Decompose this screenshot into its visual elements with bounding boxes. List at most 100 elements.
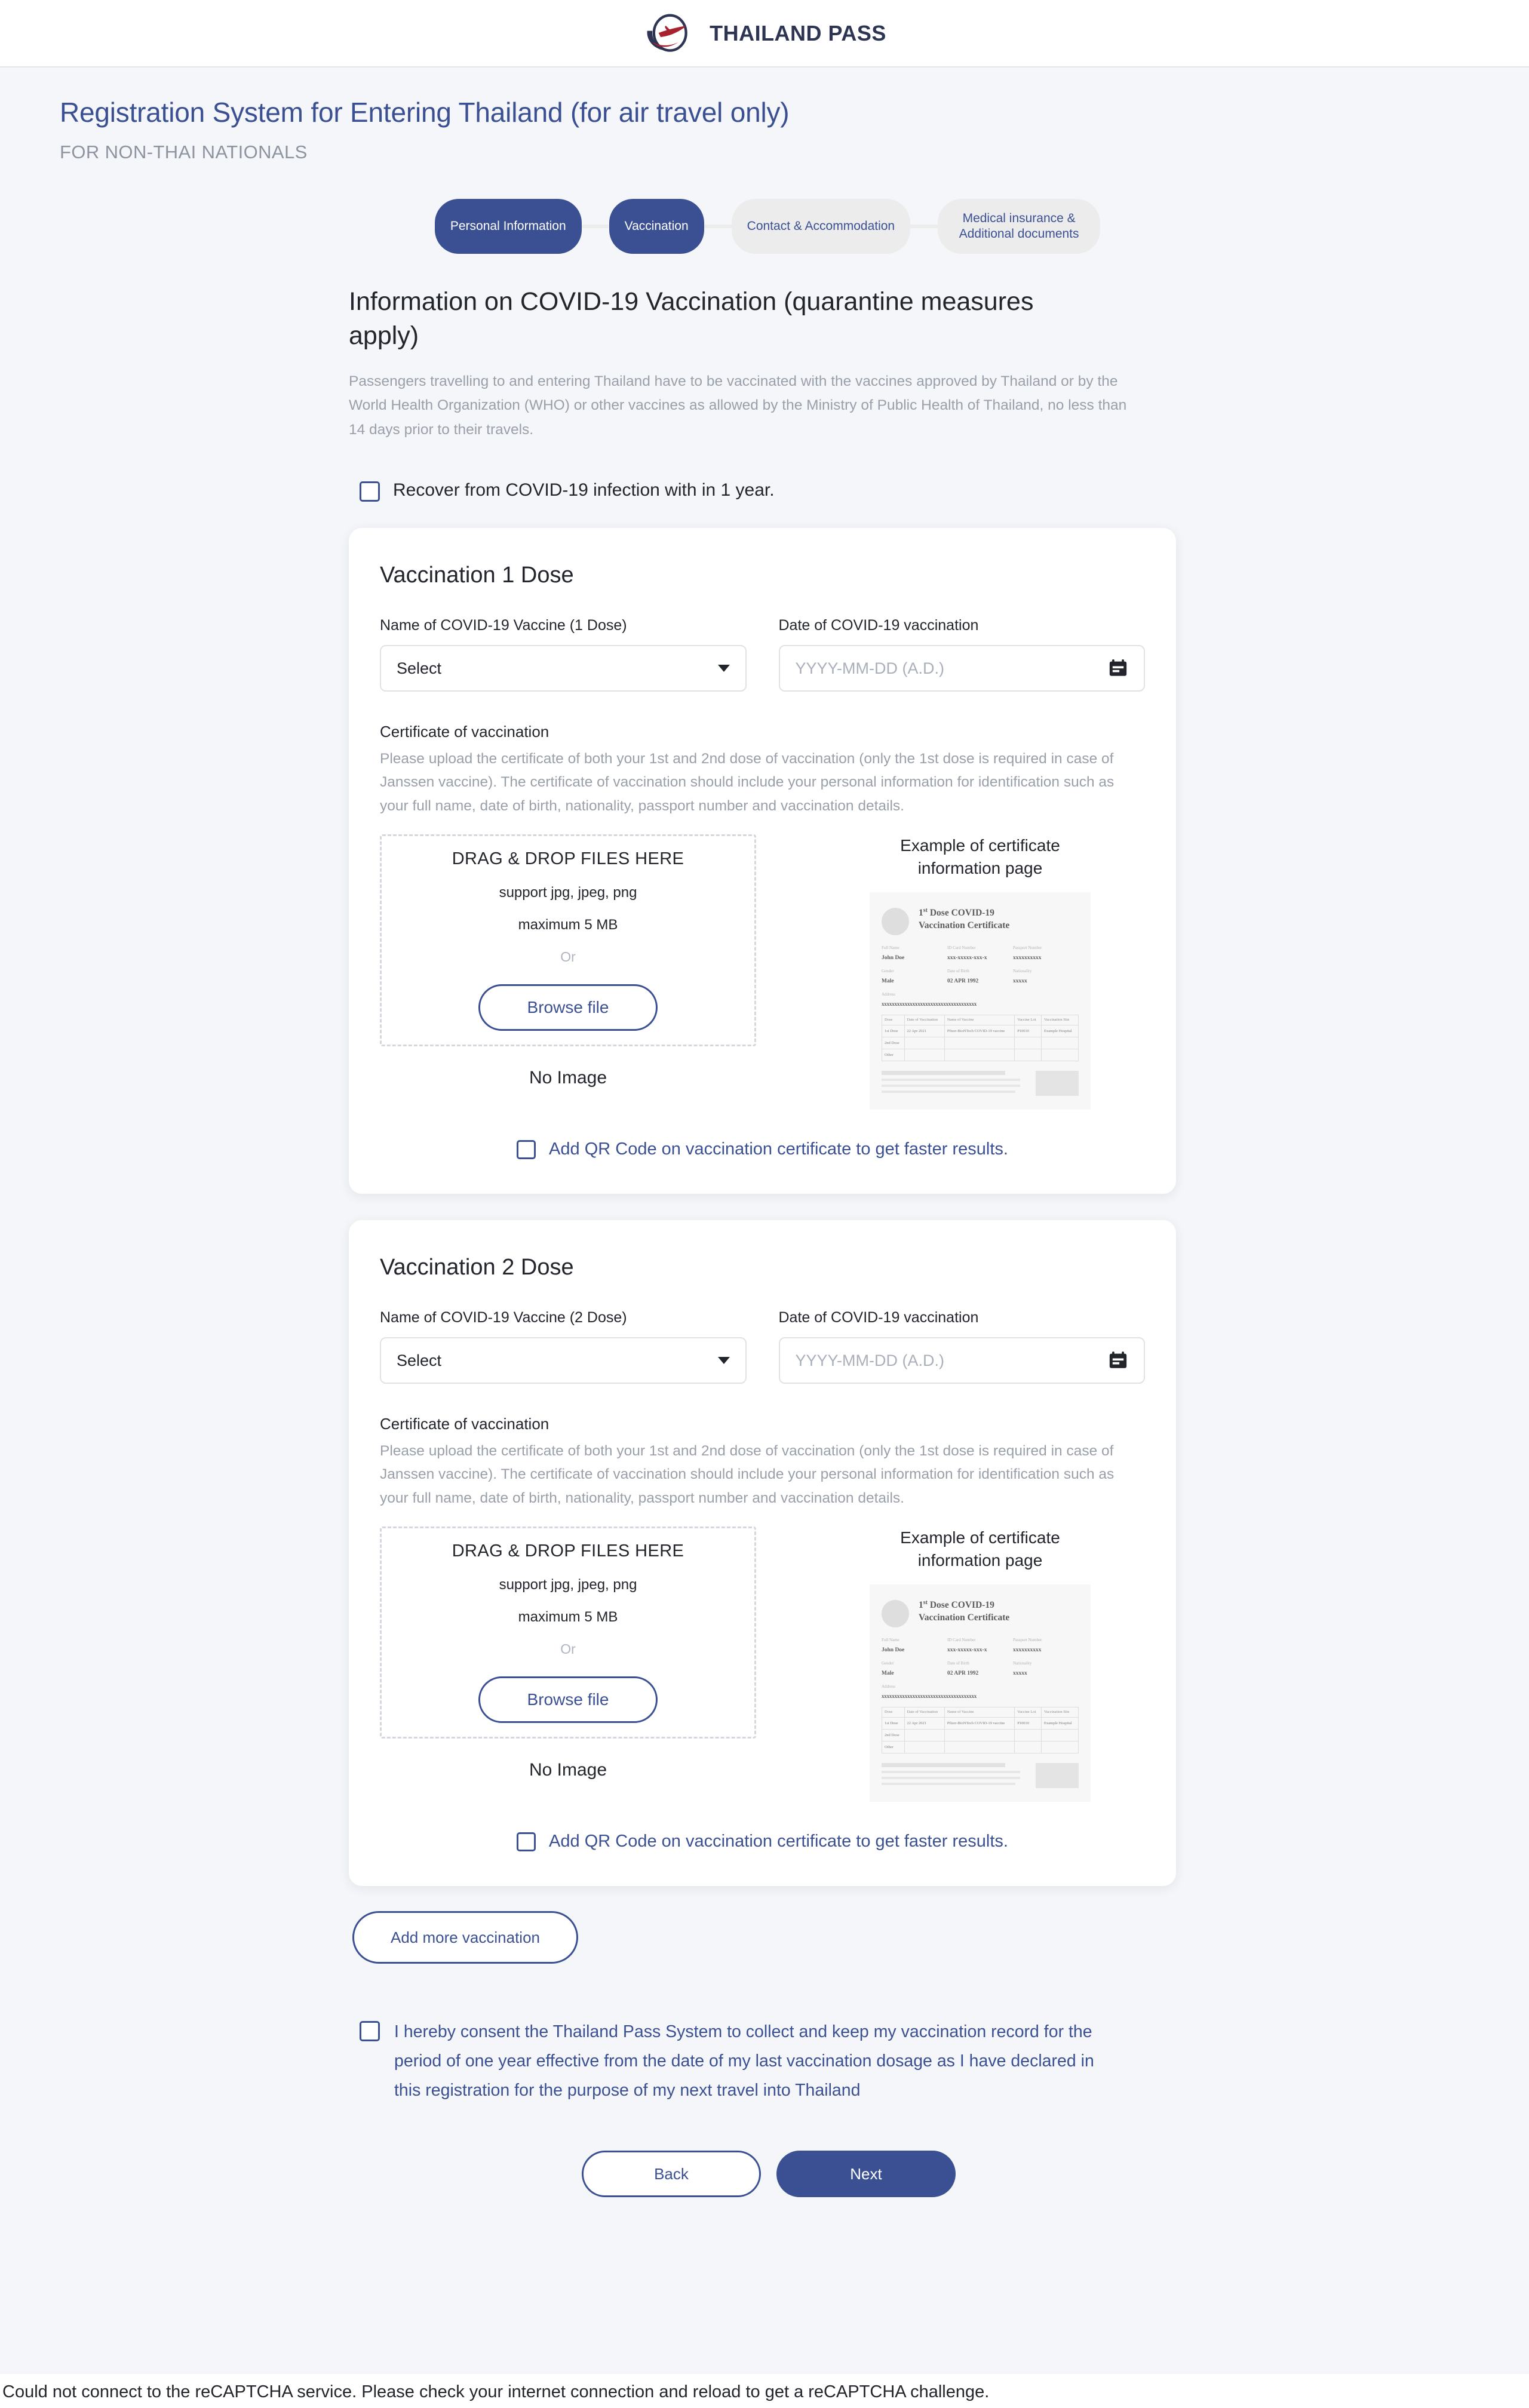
step-contact-accommodation[interactable]: Contact & Accommodation	[732, 199, 910, 254]
dose-1-fields: Name of COVID-19 Vaccine (1 Dose) Select…	[380, 617, 1145, 692]
vaccine-name-select[interactable]: Select	[380, 1337, 747, 1384]
certificate-field: Date of Birth 02 APR 1992	[947, 969, 1013, 985]
dropzone-main-text: DRAG & DROP FILES HERE	[452, 849, 684, 869]
add-more-wrap: Add more vaccination	[349, 1911, 1183, 1964]
table-cell	[904, 1730, 944, 1742]
add-more-vaccination-button[interactable]: Add more vaccination	[352, 1911, 578, 1964]
dropzone-wrap-2: DRAG & DROP FILES HERE support jpg, jpeg…	[380, 1526, 756, 1780]
certificate-sample-fields: Full Name John Doe ID Card Number xxx-xx…	[882, 1638, 1079, 1701]
vaccination-date-label: Date of COVID-19 vaccination	[779, 1309, 1146, 1326]
table-cell: Example Hospital	[1041, 1025, 1078, 1037]
vaccine-name-select[interactable]: Select	[380, 645, 747, 692]
certificate-field-label: Passport Number	[1013, 945, 1079, 950]
certificate-dose-table: Dose Date of Vaccination Name of Vaccine…	[882, 1015, 1079, 1061]
certificate-example-title: Example of certificate information page	[870, 1526, 1091, 1572]
navigation-buttons: Back Next	[349, 2151, 1183, 2197]
qr-checkbox-row-2[interactable]: Add QR Code on vaccination certificate t…	[380, 1832, 1145, 1851]
table-cell	[1015, 1049, 1042, 1061]
recover-checkbox[interactable]	[360, 481, 380, 502]
dropzone-main-text: DRAG & DROP FILES HERE	[452, 1541, 684, 1561]
step-personal-information[interactable]: Personal Information	[435, 199, 582, 254]
cert-heading-line2: Vaccination Certificate	[919, 920, 1009, 930]
placeholder-line	[882, 1091, 1015, 1093]
placeholder-line	[882, 1771, 1020, 1773]
certificate-dose-table: Dose Date of Vaccination Name of Vaccine…	[882, 1707, 1079, 1753]
qr-code-checkbox-label: Add QR Code on vaccination certificate t…	[549, 1832, 1008, 1851]
placeholder-line	[882, 1085, 1020, 1087]
certificate-emblem-icon	[882, 908, 909, 935]
table-cell	[1041, 1730, 1078, 1742]
certificate-field: ID Card Number xxx-xxxxx-xxx-x	[947, 945, 1013, 962]
certificate-field-value: Male	[882, 1670, 894, 1676]
table-cell	[1041, 1742, 1078, 1753]
table-cell: 22 Apr 2021	[904, 1025, 944, 1037]
certificate-field-value: 02 APR 1992	[947, 978, 978, 984]
table-header-cell: Vaccination Site	[1041, 1707, 1078, 1717]
calendar-icon[interactable]	[1108, 1350, 1128, 1371]
certificate-field-label: ID Card Number	[947, 1638, 1013, 1642]
table-cell: 2nd Dose	[882, 1037, 905, 1049]
table-cell: Other	[882, 1742, 905, 1753]
calendar-icon[interactable]	[1108, 658, 1128, 678]
dropzone-max-size-text: maximum 5 MB	[518, 917, 618, 933]
vaccine-name-label: Name of COVID-19 Vaccine (2 Dose)	[380, 1309, 747, 1326]
placeholder-line	[882, 1079, 1020, 1081]
certificate-address-value: xxxxxxxxxxxxxxxxxxxxxxxxxxxxxxxxxxxxx	[882, 1693, 977, 1699]
vaccination-date-input-wrap[interactable]: YYYY-MM-DD (A.D.)	[779, 645, 1146, 692]
table-cell	[1015, 1037, 1042, 1049]
section-description: Passengers travelling to and entering Th…	[349, 370, 1137, 443]
step-label: Medical insurance & Additional documents	[953, 211, 1085, 242]
table-header-cell: Name of Vaccine	[944, 1015, 1014, 1025]
vaccine-name-value: Select	[397, 659, 441, 678]
table-header-cell: Date of Vaccination	[904, 1707, 944, 1717]
browse-file-button[interactable]: Browse file	[478, 984, 658, 1031]
certificate-field-label: Passport Number	[1013, 1638, 1079, 1642]
certificate-field: Passport Number xxxxxxxxxx	[1013, 945, 1079, 962]
qr-code-checkbox[interactable]	[517, 1140, 536, 1159]
table-cell	[1041, 1037, 1078, 1049]
certificate-address-field: Address xxxxxxxxxxxxxxxxxxxxxxxxxxxxxxxx…	[882, 1684, 1079, 1701]
step-vaccination[interactable]: Vaccination	[609, 199, 704, 254]
qr-code-checkbox[interactable]	[517, 1832, 536, 1851]
consent-row[interactable]: I hereby consent the Thailand Pass Syste…	[349, 2017, 1183, 2105]
upload-row-1: DRAG & DROP FILES HERE support jpg, jpeg…	[380, 834, 1145, 1110]
certificate-example-title: Example of certificate information page	[870, 834, 1091, 880]
vaccination-dose-2-card: Vaccination 2 Dose Name of COVID-19 Vacc…	[349, 1220, 1176, 1886]
recover-checkbox-row[interactable]: Recover from COVID-19 infection with in …	[349, 480, 1183, 502]
consent-text: I hereby consent the Thailand Pass Syste…	[394, 2017, 1111, 2105]
no-image-label: No Image	[380, 1068, 756, 1088]
qr-checkbox-row-1[interactable]: Add QR Code on vaccination certificate t…	[380, 1140, 1145, 1159]
browse-file-button[interactable]: Browse file	[478, 1676, 658, 1723]
qr-code-checkbox-label: Add QR Code on vaccination certificate t…	[549, 1140, 1008, 1159]
certificate-field: Date of Birth 02 APR 1992	[947, 1661, 1013, 1678]
table-row: Other	[882, 1049, 1079, 1061]
table-cell: Pfizer-BioNTech COVID-19 vaccine	[944, 1025, 1014, 1037]
certificate-stamp-placeholder	[1036, 1071, 1079, 1096]
vaccine-name-field-1: Name of COVID-19 Vaccine (1 Dose) Select	[380, 617, 747, 692]
back-button[interactable]: Back	[582, 2151, 761, 2197]
dose-2-fields: Name of COVID-19 Vaccine (2 Dose) Select…	[380, 1309, 1145, 1384]
step-medical-insurance[interactable]: Medical insurance & Additional documents	[938, 199, 1100, 254]
brand-title: THAILAND PASS	[710, 21, 886, 46]
vaccination-date-input-wrap[interactable]: YYYY-MM-DD (A.D.)	[779, 1337, 1146, 1384]
vaccination-dose-1-card: Vaccination 1 Dose Name of COVID-19 Vacc…	[349, 528, 1176, 1194]
table-header-row: Dose Date of Vaccination Name of Vaccine…	[882, 1707, 1079, 1717]
certificate-field-label: ID Card Number	[947, 945, 1013, 950]
certificate-field-label: Date of Birth	[947, 1661, 1013, 1666]
step-connector	[704, 225, 732, 228]
certificate-footer-placeholder	[882, 1071, 1079, 1096]
section-heading: Information on COVID-19 Vaccination (qua…	[349, 285, 1077, 353]
consent-checkbox[interactable]	[360, 2021, 380, 2041]
file-dropzone[interactable]: DRAG & DROP FILES HERE support jpg, jpeg…	[380, 834, 756, 1046]
table-cell	[944, 1730, 1014, 1742]
next-button[interactable]: Next	[776, 2151, 956, 2197]
cert-heading-sup: st	[923, 1599, 928, 1606]
no-image-label: No Image	[380, 1760, 756, 1780]
dropzone-or-text: Or	[560, 949, 576, 965]
certificate-emblem-icon	[882, 1600, 909, 1627]
certificate-example-2: Example of certificate information page …	[870, 1526, 1091, 1802]
certificate-example-1: Example of certificate information page …	[870, 834, 1091, 1110]
certificate-field-value: John Doe	[882, 955, 904, 961]
file-dropzone[interactable]: DRAG & DROP FILES HERE support jpg, jpeg…	[380, 1526, 756, 1739]
certificate-sample-header: 1st Dose COVID-19 Vaccination Certificat…	[882, 1599, 1079, 1627]
